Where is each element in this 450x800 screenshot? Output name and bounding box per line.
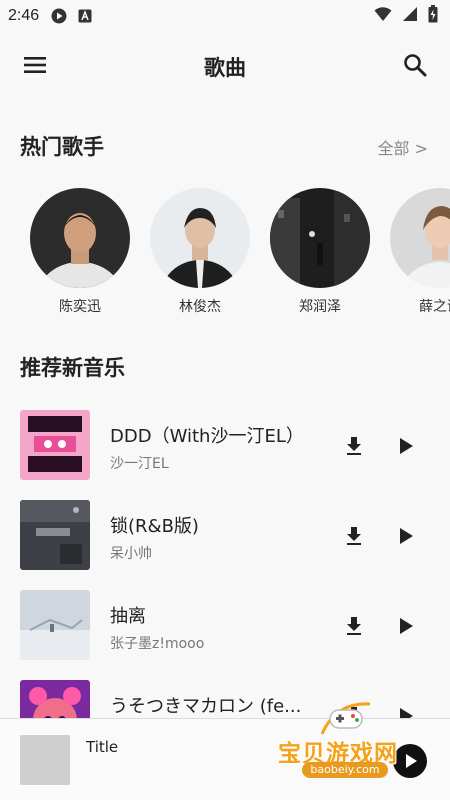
download-icon [347,527,361,545]
download-icon [347,437,361,455]
download-button[interactable] [342,434,366,458]
artist-avatar [30,188,130,288]
play-icon [400,618,413,634]
song-title: 锁(R&B版) [110,516,199,537]
hamburger-menu-icon [24,57,46,73]
signal-icon [402,6,418,26]
artist-avatar [390,188,450,288]
artist-card[interactable]: 薛之谦 [390,188,450,316]
list-item[interactable]: 抽离 张子墨z!mooo [0,580,450,660]
download-button[interactable] [342,524,366,548]
status-time: 2:46 [8,7,40,24]
app-notification-icon [77,8,93,24]
player-play-button[interactable] [393,744,427,778]
play-icon [400,528,413,544]
media-play-icon [51,8,67,24]
player-cover [20,735,70,785]
artist-avatar [150,188,250,288]
album-cover [20,500,90,570]
hot-artists-title: 热门歌手 [20,135,104,159]
search-icon [404,54,427,77]
album-cover [20,410,90,480]
artist-card[interactable]: 郑润泽 [270,188,370,316]
song-artist: 呆小帅 [110,546,152,562]
search-button[interactable] [400,50,430,80]
see-all-artists-link[interactable]: 全部 > [378,135,429,159]
play-button[interactable] [394,614,418,638]
download-icon [347,617,361,635]
mini-player[interactable]: Title [0,718,450,800]
artist-avatar [270,188,370,288]
artist-name: 林俊杰 [179,299,221,315]
app-bar: 歌曲 [0,36,450,94]
artist-name: 薛之谦 [419,299,450,315]
artist-card[interactable]: 陈奕迅 [30,188,130,316]
song-title: 抽离 [110,606,146,627]
song-title: うそつきマカロン (fe... [110,696,302,717]
status-bar: 2:46 [0,0,450,32]
battery-icon [428,5,438,27]
page-title: 歌曲 [204,56,246,80]
menu-button[interactable] [20,52,50,78]
album-cover [20,590,90,660]
list-item[interactable]: 锁(R&B版) 呆小帅 [0,490,450,570]
new-music-title: 推荐新音乐 [20,356,125,380]
song-artist: 张子墨z!mooo [110,636,205,652]
player-title: Title [86,738,119,756]
play-icon [400,438,413,454]
play-button[interactable] [394,434,418,458]
download-button[interactable] [342,614,366,638]
song-artist: 沙一汀EL [110,456,169,472]
play-button[interactable] [394,524,418,548]
hot-artists-carousel[interactable]: 陈奕迅 林俊杰 郑润泽 薛之 [0,188,450,328]
play-icon [406,754,417,768]
list-item[interactable]: DDD（With沙一汀EL） 沙一汀EL [0,400,450,480]
song-title: DDD（With沙一汀EL） [110,426,304,447]
artist-name: 陈奕迅 [59,299,101,315]
wifi-icon [374,6,392,26]
artist-card[interactable]: 林俊杰 [150,188,250,316]
artist-name: 郑润泽 [299,299,341,315]
